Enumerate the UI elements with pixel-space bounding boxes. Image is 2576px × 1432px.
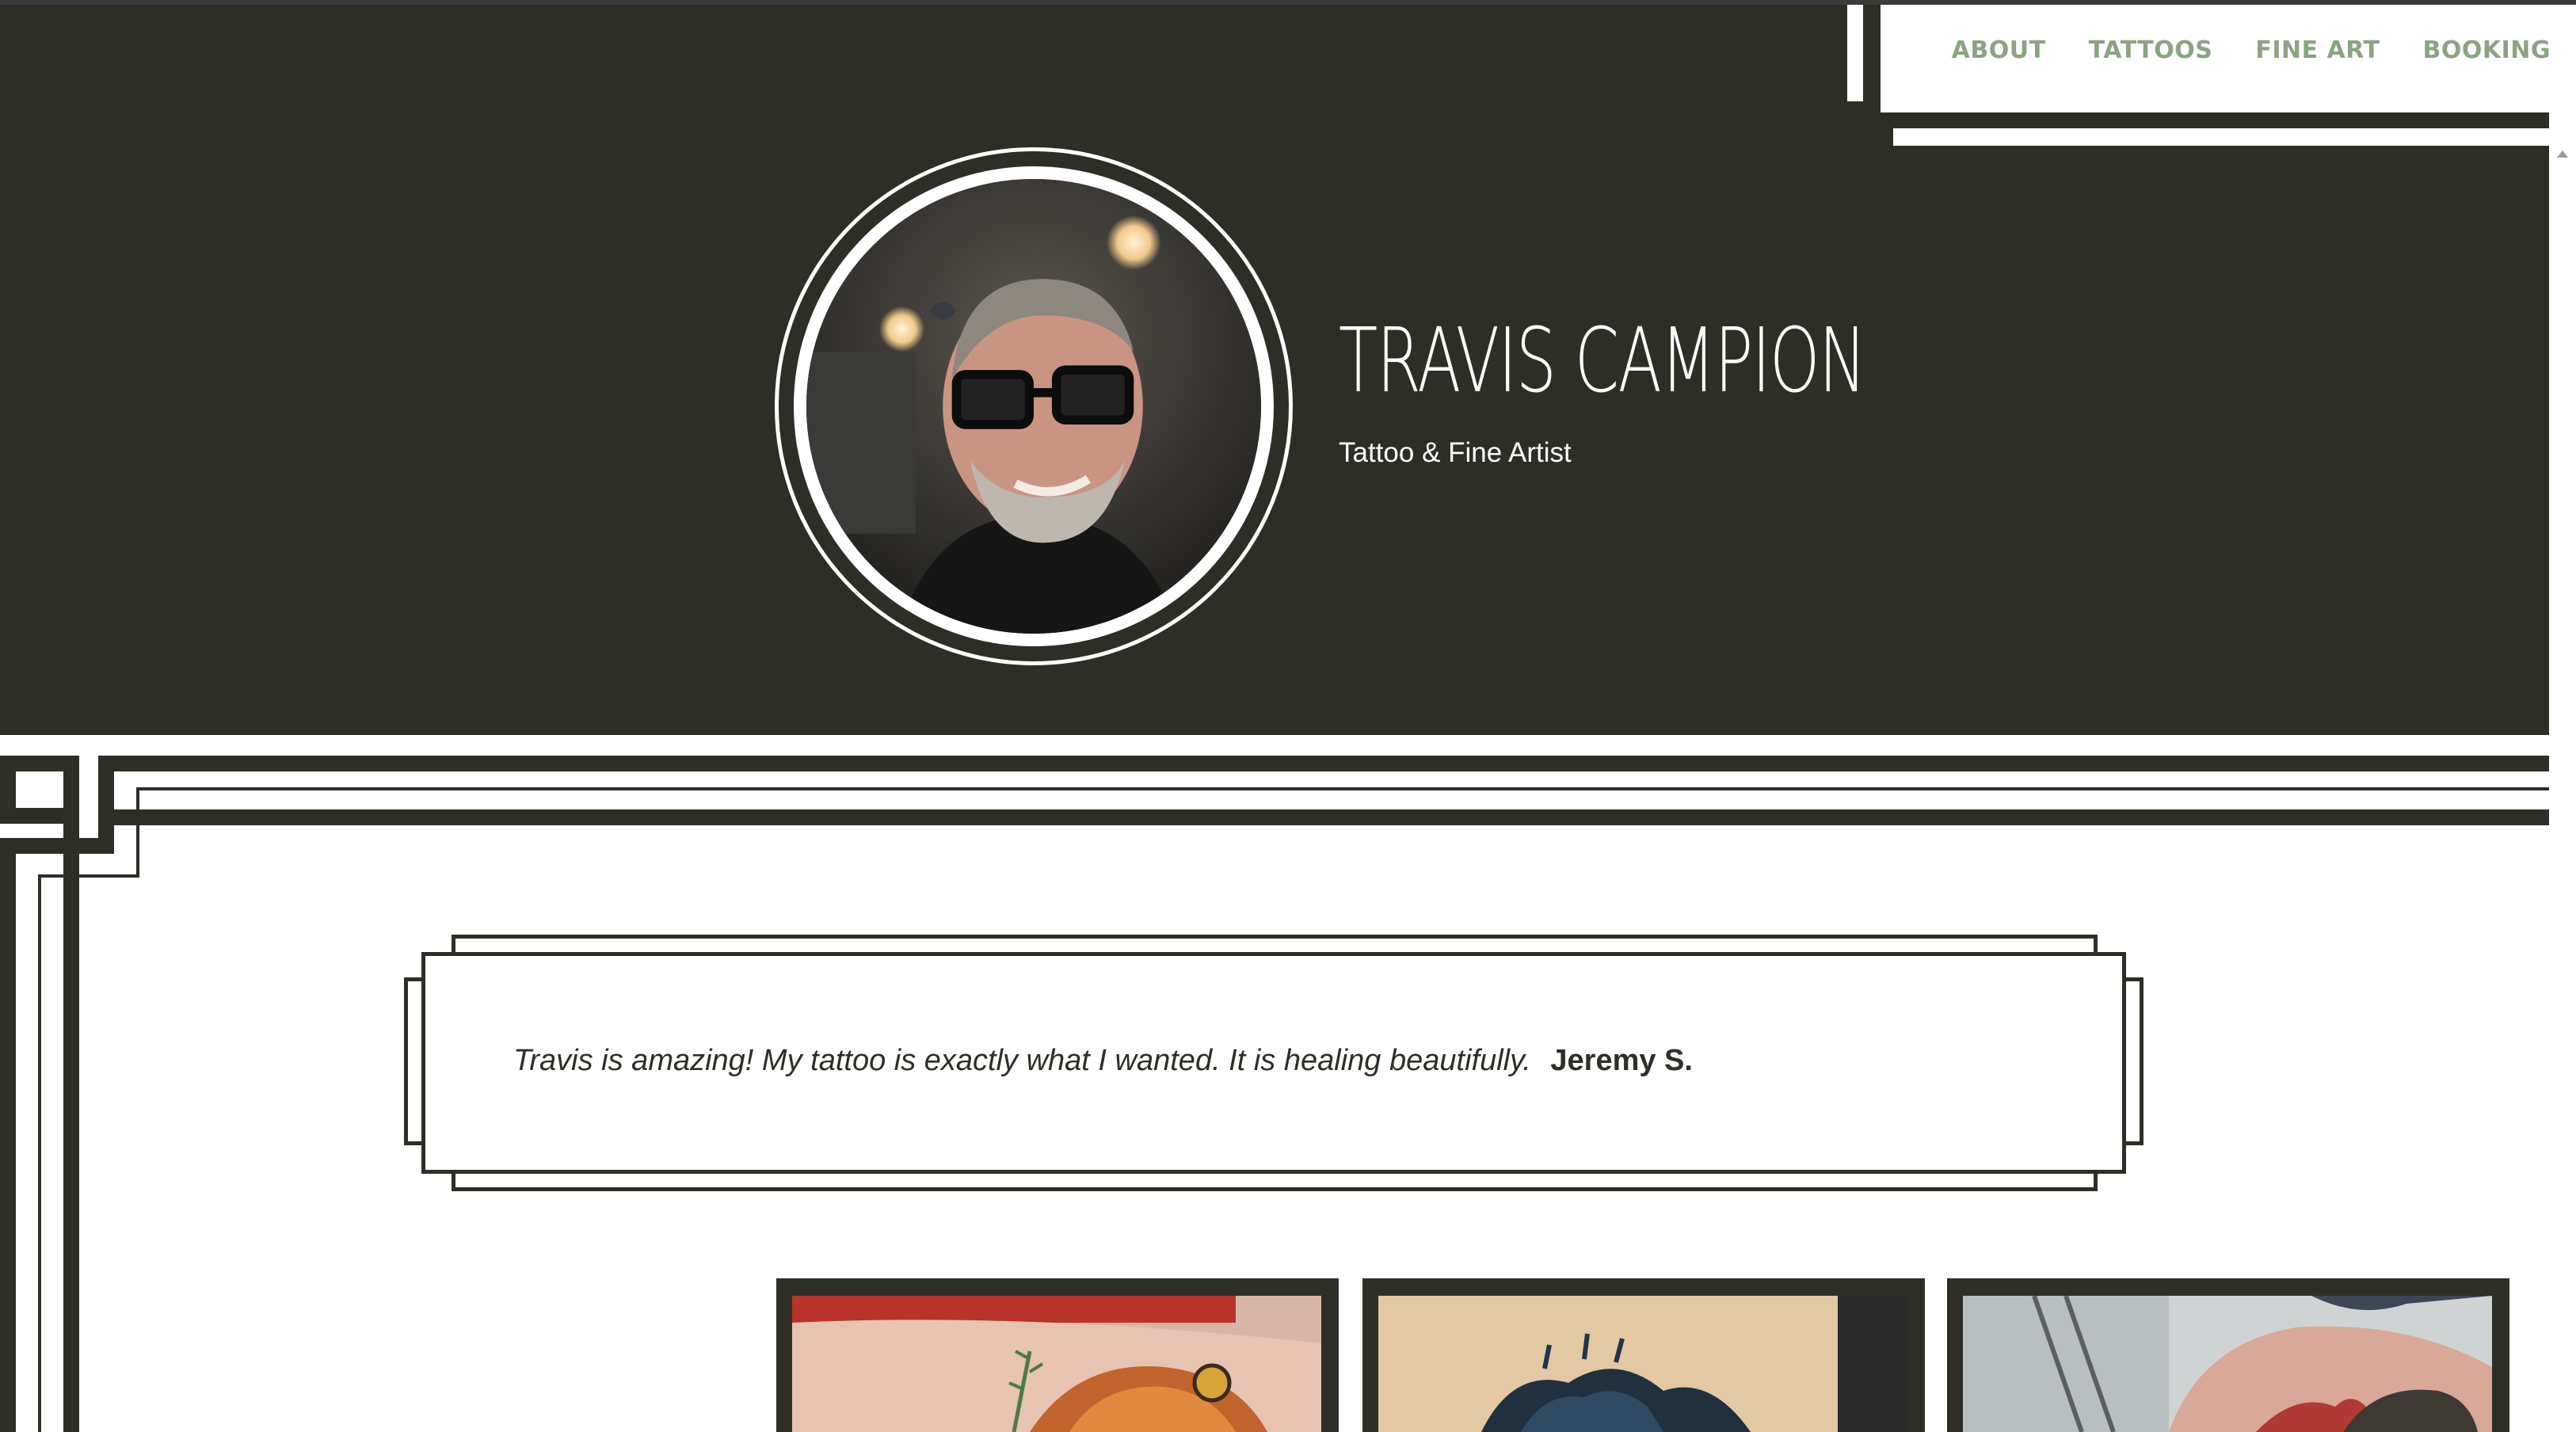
deco-left-rail-1: [0, 838, 16, 1432]
deco-band-mid: [136, 787, 2549, 790]
artist-name: TRAVIS CAMPION: [1339, 310, 1866, 413]
gallery-image-1: [792, 1296, 1321, 1432]
deco-band-top: [98, 756, 2549, 771]
deco-corner-v3: [98, 756, 114, 854]
gallery-thumb-2[interactable]: [1362, 1278, 1925, 1432]
deco-band-low: [98, 809, 2549, 825]
gallery-image-2: [1378, 1296, 1907, 1432]
deco-left-rail-2: [63, 824, 79, 1432]
testimonial: Travis is amazing! My tattoo is exactly …: [513, 1044, 1693, 1078]
nav-decor-tick: [1847, 5, 1863, 101]
artist-tagline: Tattoo & Fine Artist: [1339, 437, 1572, 468]
nav-tattoos[interactable]: TATTOOS: [2089, 36, 2213, 64]
main-nav: ABOUT TATTOOS FINE ART BOOKING: [1881, 36, 2562, 64]
deco-left-thin-v2: [38, 874, 41, 1432]
testimonial-quote: Travis is amazing! My tattoo is exactly …: [513, 1044, 1531, 1077]
deco-left-thin-v: [136, 787, 139, 878]
nav-decor-bar: [1893, 128, 2576, 146]
deco-corner-v2: [63, 756, 79, 824]
deco-left-thin-top: [38, 874, 138, 878]
scrollbar[interactable]: [2549, 5, 2576, 1432]
deco-corner-h3: [0, 838, 114, 854]
scroll-up-icon[interactable]: [2557, 150, 2568, 158]
nav-fine-art[interactable]: FINE ART: [2255, 36, 2380, 64]
gallery-thumb-1[interactable]: [776, 1278, 1339, 1432]
gallery-thumb-3[interactable]: [1947, 1278, 2509, 1432]
nav-about[interactable]: ABOUT: [1952, 36, 2046, 64]
avatar-photo: [806, 179, 1261, 634]
avatar: [794, 166, 1274, 646]
nav-booking[interactable]: BOOKING: [2422, 36, 2551, 64]
testimonial-author: Jeremy S.: [1550, 1044, 1693, 1077]
gallery-image-3: [1963, 1296, 2492, 1432]
